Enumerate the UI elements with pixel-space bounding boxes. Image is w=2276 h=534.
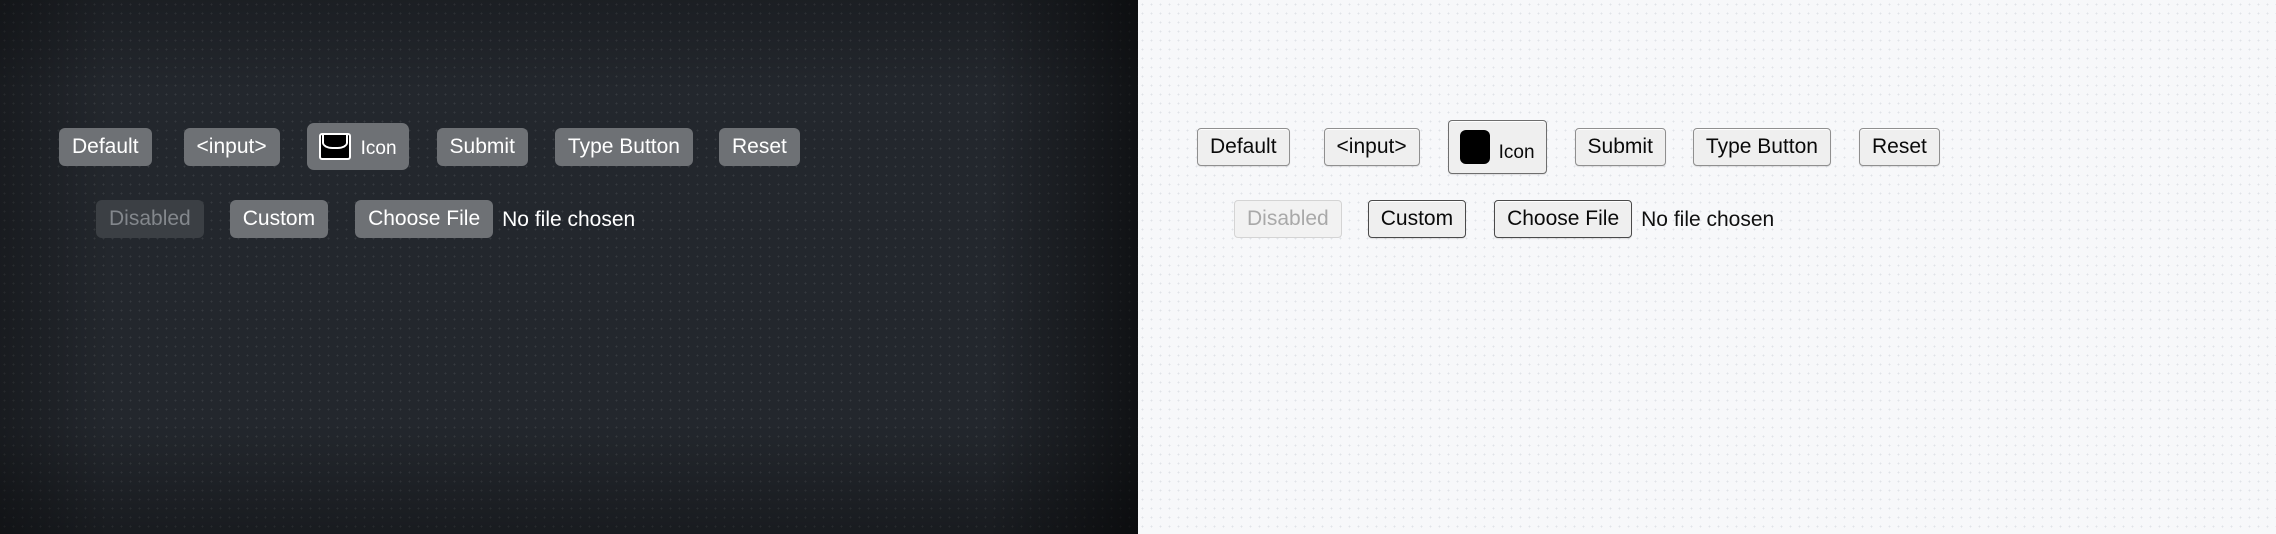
dark-file-input[interactable]: Choose File No file chosen <box>355 200 635 238</box>
light-row-secondary: Disabled Custom Choose File No file chos… <box>1234 200 1774 238</box>
dark-submit-button[interactable]: Submit <box>436 127 528 166</box>
dark-type-button[interactable]: Type Button <box>554 127 693 166</box>
dark-icon-button[interactable]: Icon <box>306 123 409 170</box>
light-file-status-text: No file chosen <box>1641 207 1775 231</box>
light-row-primary: Default <input> Icon Submit Type Button … <box>1197 119 1940 174</box>
light-input-button[interactable]: <input> <box>1323 127 1420 166</box>
light-default-button[interactable]: Default <box>1197 127 1290 166</box>
dark-icon-button-label: Icon <box>360 138 397 159</box>
light-reset-button[interactable]: Reset <box>1858 127 1940 166</box>
light-theme-panel: Default <input> Icon Submit Type Button … <box>1138 0 2276 534</box>
dark-reset-button[interactable]: Reset <box>718 127 800 166</box>
dark-choose-file-button[interactable]: Choose File <box>355 200 494 238</box>
comparison-stage: Default <input> Icon Submit Type Button … <box>0 0 2276 534</box>
light-type-button[interactable]: Type Button <box>1692 127 1831 166</box>
dark-button-rows: Default <input> Icon Submit Type Button … <box>0 0 1138 534</box>
envelope-icon <box>318 133 351 160</box>
dark-theme-panel: Default <input> Icon Submit Type Button … <box>0 0 1138 534</box>
dark-row-primary: Default <input> Icon Submit Type Button … <box>59 123 800 170</box>
light-submit-button[interactable]: Submit <box>1574 127 1666 166</box>
light-file-input[interactable]: Choose File No file chosen <box>1494 200 1774 238</box>
dark-default-button[interactable]: Default <box>59 127 152 166</box>
black-box-icon <box>1459 129 1490 164</box>
light-icon-button-label: Icon <box>1498 141 1535 163</box>
dark-custom-button[interactable]: Custom <box>229 200 329 238</box>
dark-disabled-button: Disabled <box>96 200 204 238</box>
dark-file-status-text: No file chosen <box>502 207 636 231</box>
light-button-rows: Default <input> Icon Submit Type Button … <box>1138 0 2276 534</box>
light-custom-button[interactable]: Custom <box>1367 200 1467 238</box>
light-disabled-button: Disabled <box>1234 200 1342 238</box>
light-icon-button[interactable]: Icon <box>1447 119 1547 174</box>
light-choose-file-button[interactable]: Choose File <box>1494 200 1633 238</box>
dark-row-secondary: Disabled Custom Choose File No file chos… <box>96 200 635 238</box>
dark-input-button[interactable]: <input> <box>183 127 280 166</box>
